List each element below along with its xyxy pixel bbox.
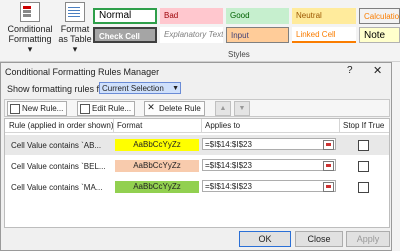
style-neutral[interactable]: Neutral: [292, 8, 356, 24]
applies-to-value: =$I$14:$I$23: [205, 182, 252, 191]
close-button[interactable]: Close: [295, 231, 343, 247]
applies-to-field[interactable]: =$I$14:$I$23: [202, 159, 336, 171]
rules-table-header: Rule (applied in order shown) Format App…: [5, 119, 389, 133]
rule-description: Cell Value contains `BEL...: [11, 162, 106, 171]
rules-toolbar: New Rule... Edit Rule... ✕ Delete Rule ▲…: [4, 99, 390, 117]
style-explanatory-text[interactable]: Explanatory Text: [160, 27, 223, 43]
rule-description: Cell Value contains `MA...: [11, 183, 103, 192]
show-rules-label: Show formatting rules for:: [7, 84, 110, 94]
move-down-button[interactable]: ▼: [234, 101, 250, 116]
column-header-format: Format: [117, 121, 143, 130]
edit-rule-button[interactable]: Edit Rule...: [77, 101, 136, 116]
stop-if-true-checkbox[interactable]: [358, 182, 369, 193]
ribbon: Conditional Formatting ▾ Format as Table…: [0, 0, 400, 62]
close-icon[interactable]: ✕: [373, 64, 382, 77]
new-rule-label: New Rule...: [22, 104, 64, 113]
applies-to-field[interactable]: =$I$14:$I$23: [202, 138, 336, 150]
style-input[interactable]: Input: [226, 27, 289, 43]
format-as-table-icon: [65, 2, 85, 22]
stop-if-true-checkbox[interactable]: [358, 161, 369, 172]
rule-row[interactable]: Cell Value contains `AB... AaBbCcYyZz =$…: [5, 135, 389, 155]
style-good[interactable]: Good: [226, 8, 289, 24]
stop-if-true-checkbox[interactable]: [358, 140, 369, 151]
delete-rule-button[interactable]: ✕ Delete Rule: [144, 101, 205, 116]
style-bad[interactable]: Bad: [160, 8, 223, 24]
edit-rule-icon: [80, 104, 90, 114]
range-selector-icon[interactable]: [323, 161, 334, 171]
column-divider: [113, 119, 114, 132]
style-linked-cell[interactable]: Linked Cell: [292, 27, 356, 43]
format-preview: AaBbCcYyZz: [115, 160, 199, 172]
column-divider: [201, 119, 202, 132]
new-rule-icon: [10, 104, 20, 114]
applies-to-value: =$I$14:$I$23: [205, 140, 252, 149]
move-up-button[interactable]: ▲: [215, 101, 231, 116]
show-rules-select[interactable]: Current Selection ▼: [99, 82, 181, 94]
style-calculation[interactable]: Calculation: [359, 8, 400, 24]
help-icon[interactable]: ?: [347, 65, 353, 76]
conditional-formatting-label: Conditional Formatting: [7, 24, 53, 44]
chevron-down-icon: ▾: [72, 44, 78, 54]
format-preview: AaBbCcYyZz: [115, 139, 199, 151]
new-rule-button[interactable]: New Rule...: [7, 101, 68, 116]
applies-to-value: =$I$14:$I$23: [205, 161, 252, 170]
dialog-title: Conditional Formatting Rules Manager: [5, 67, 160, 77]
column-header-stop-if-true: Stop If True: [343, 121, 385, 130]
rule-row[interactable]: Cell Value contains `BEL... AaBbCcYyZz =…: [5, 156, 389, 176]
format-as-table-button[interactable]: Format as Table ▾: [56, 2, 94, 54]
format-preview: AaBbCcYyZz: [115, 181, 199, 193]
rules-table: Rule (applied in order shown) Format App…: [4, 118, 390, 228]
show-rules-value: Current Selection: [102, 84, 164, 93]
style-normal[interactable]: Normal: [93, 8, 157, 24]
chevron-down-icon: ▼: [172, 85, 179, 92]
range-selector-icon[interactable]: [323, 182, 334, 192]
conditional-formatting-rules-manager-dialog: Conditional Formatting Rules Manager ? ✕…: [0, 62, 392, 251]
column-divider: [339, 119, 340, 132]
format-as-table-label: Format as Table: [58, 24, 92, 44]
style-check-cell[interactable]: Check Cell: [93, 27, 157, 43]
applies-to-field[interactable]: =$I$14:$I$23: [202, 180, 336, 192]
column-header-rule: Rule (applied in order shown): [9, 121, 114, 130]
conditional-formatting-icon: [20, 2, 40, 22]
ok-button[interactable]: OK: [239, 231, 291, 247]
delete-icon: ✕: [147, 102, 155, 112]
range-selector-icon[interactable]: [323, 140, 334, 150]
styles-group-label: Styles: [228, 50, 250, 59]
delete-rule-label: Delete Rule: [159, 104, 201, 113]
apply-button[interactable]: Apply: [346, 231, 390, 247]
chevron-down-icon: ▾: [27, 44, 33, 54]
conditional-formatting-button[interactable]: Conditional Formatting ▾: [6, 2, 54, 54]
style-note[interactable]: Note: [359, 27, 400, 43]
rule-description: Cell Value contains `AB...: [11, 141, 102, 150]
rule-row[interactable]: Cell Value contains `MA... AaBbCcYyZz =$…: [5, 177, 389, 197]
column-header-applies-to: Applies to: [205, 121, 241, 130]
edit-rule-label: Edit Rule...: [92, 104, 132, 113]
